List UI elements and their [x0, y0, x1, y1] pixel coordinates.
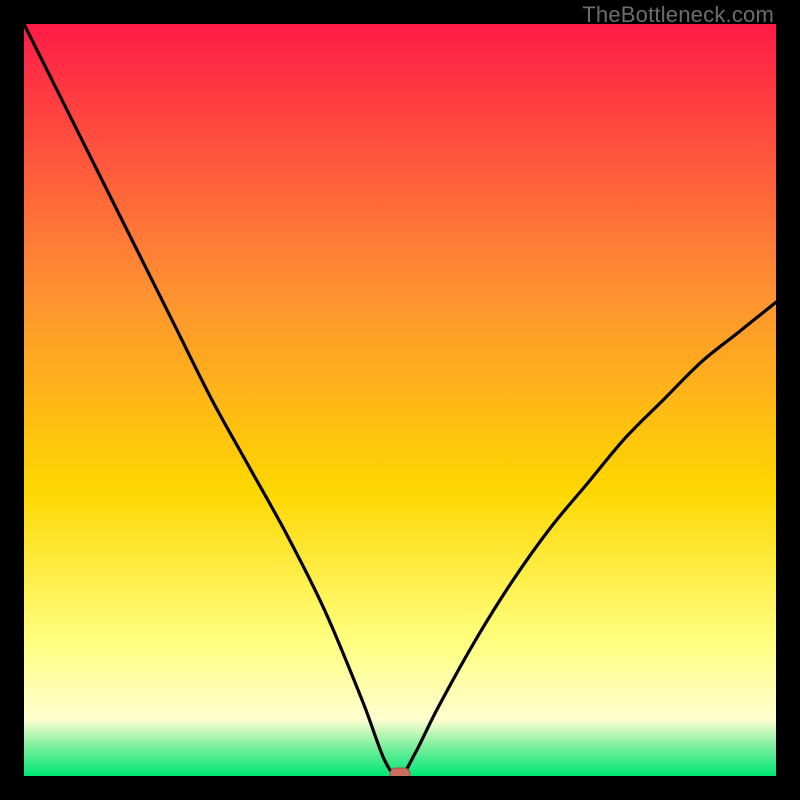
optimal-marker: [390, 768, 410, 776]
bottleneck-curve: [24, 24, 776, 776]
plot-frame: [24, 24, 776, 776]
